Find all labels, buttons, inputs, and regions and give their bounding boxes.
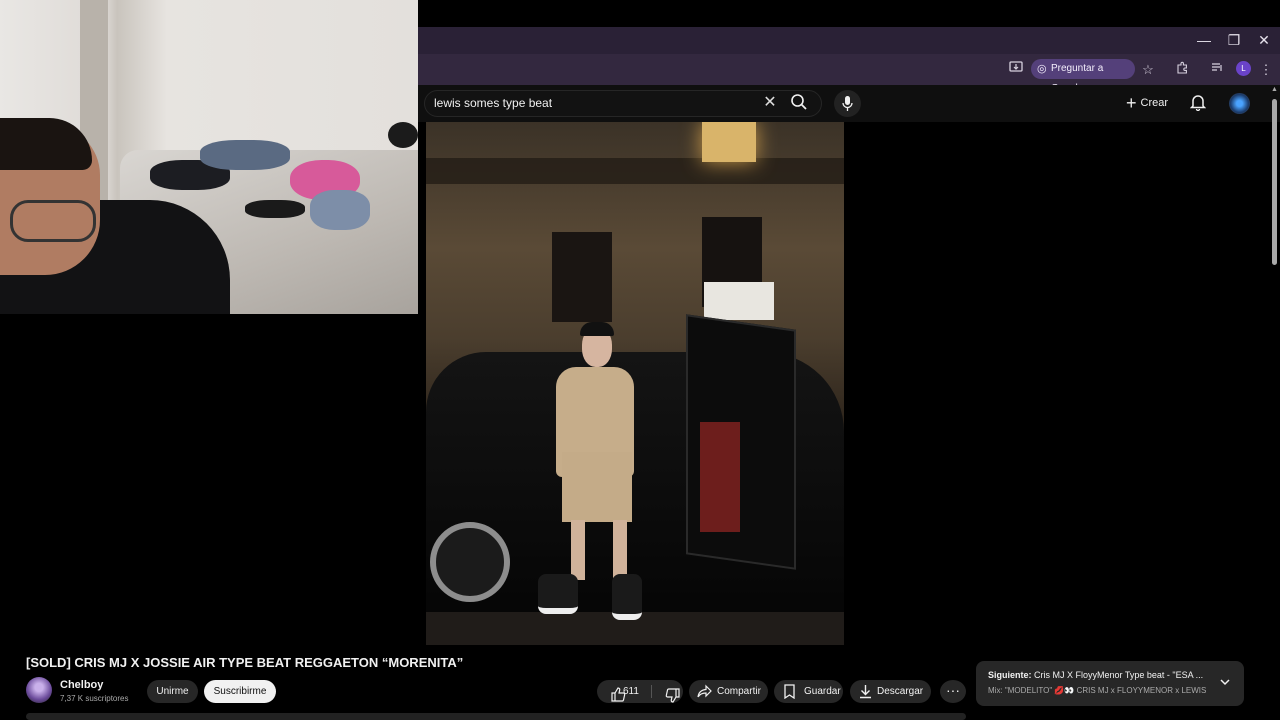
man-shoe bbox=[612, 574, 642, 620]
download-label: Descargar bbox=[877, 686, 924, 697]
man-shoe bbox=[538, 574, 578, 614]
share-icon bbox=[697, 684, 712, 698]
channel-name[interactable]: Chelboy bbox=[60, 679, 103, 691]
browser-profile-avatar[interactable]: L bbox=[1236, 61, 1251, 76]
like-divider bbox=[651, 685, 652, 698]
download-button[interactable]: Descargar bbox=[850, 680, 931, 703]
voice-search-button[interactable] bbox=[834, 90, 861, 117]
search-icon[interactable] bbox=[790, 93, 814, 113]
car-seat bbox=[700, 422, 740, 532]
webcam-lamp bbox=[388, 122, 418, 148]
chevron-down-icon[interactable] bbox=[1218, 675, 1234, 691]
more-actions-button[interactable]: ··· bbox=[940, 680, 966, 703]
restore-button[interactable]: ❐ bbox=[1222, 30, 1246, 50]
ask-google-button[interactable]: ◎ Preguntar a Google bbox=[1031, 59, 1135, 94]
like-count[interactable]: 611 bbox=[623, 680, 639, 703]
lit-window bbox=[702, 122, 756, 162]
up-next-prefix: Siguiente: bbox=[988, 670, 1032, 680]
browser-tabstrip bbox=[418, 27, 1280, 54]
webcam-overlay bbox=[0, 0, 418, 314]
man-cap bbox=[580, 322, 614, 336]
plus-icon: + bbox=[1126, 93, 1137, 114]
subscribe-button[interactable]: Suscribirme bbox=[204, 680, 276, 703]
up-next-card[interactable] bbox=[976, 661, 1244, 706]
man-leg bbox=[571, 520, 585, 580]
dark-window bbox=[552, 232, 612, 322]
extensions-icon[interactable] bbox=[1172, 60, 1192, 80]
browser-menu-icon[interactable]: ⋮ bbox=[1256, 60, 1276, 80]
download-icon bbox=[860, 685, 871, 699]
up-next-title[interactable]: Siguiente: Cris MJ X FloyyMenor Type bea… bbox=[988, 670, 1208, 680]
media-controls-icon[interactable] bbox=[1207, 60, 1227, 80]
search-query-text[interactable]: lewis somes type beat bbox=[434, 96, 552, 110]
scroll-up-arrow[interactable]: ▲ bbox=[1271, 86, 1279, 94]
account-avatar[interactable] bbox=[1229, 93, 1250, 114]
share-button[interactable]: Compartir bbox=[689, 680, 768, 703]
microphone-icon bbox=[842, 96, 853, 111]
save-button[interactable]: Guardar bbox=[774, 680, 843, 703]
wall-sign bbox=[704, 282, 774, 320]
description-box-edge bbox=[26, 713, 966, 720]
man-leg bbox=[613, 520, 627, 580]
webcam-glasses bbox=[10, 200, 96, 242]
create-button[interactable]: + Crear bbox=[1126, 93, 1168, 113]
man-shorts bbox=[562, 452, 632, 522]
close-window-button[interactable]: ✕ bbox=[1252, 30, 1276, 50]
bookmark-star-icon[interactable]: ☆ bbox=[1138, 60, 1158, 80]
share-label: Compartir bbox=[717, 686, 761, 697]
up-next-subtitle: Mix: "MODELITO" 💋👀 CRIS MJ x FLOYYMENOR … bbox=[988, 686, 1208, 695]
webcam-clothes bbox=[200, 140, 290, 170]
webcam-clothes bbox=[245, 200, 305, 218]
install-app-icon[interactable] bbox=[1006, 60, 1026, 80]
video-frame bbox=[426, 122, 844, 645]
join-button[interactable]: Unirme bbox=[147, 680, 198, 703]
save-label: Guardar bbox=[804, 686, 841, 697]
subscriber-count: 7,37 K suscriptores bbox=[60, 694, 129, 703]
clear-search-icon[interactable]: ✕ bbox=[760, 93, 780, 113]
video-title: [SOLD] CRIS MJ X JOSSIE AIR TYPE BEAT RE… bbox=[26, 655, 464, 670]
car-wheel bbox=[430, 522, 510, 602]
channel-avatar[interactable] bbox=[26, 677, 52, 703]
google-lens-icon: ◎ bbox=[1037, 63, 1047, 75]
bookmark-icon bbox=[784, 684, 795, 699]
create-label: Crear bbox=[1140, 97, 1169, 109]
minimize-button[interactable]: — bbox=[1192, 30, 1216, 50]
webcam-clothes bbox=[310, 190, 370, 230]
balcony bbox=[426, 158, 844, 184]
like-dislike-group: 611 bbox=[597, 680, 683, 703]
notifications-bell-icon[interactable] bbox=[1189, 93, 1210, 113]
up-next-video-title: Cris MJ X FloyyMenor Type beat - "ESA ..… bbox=[1031, 670, 1204, 680]
scrollbar-thumb[interactable] bbox=[1272, 99, 1277, 265]
